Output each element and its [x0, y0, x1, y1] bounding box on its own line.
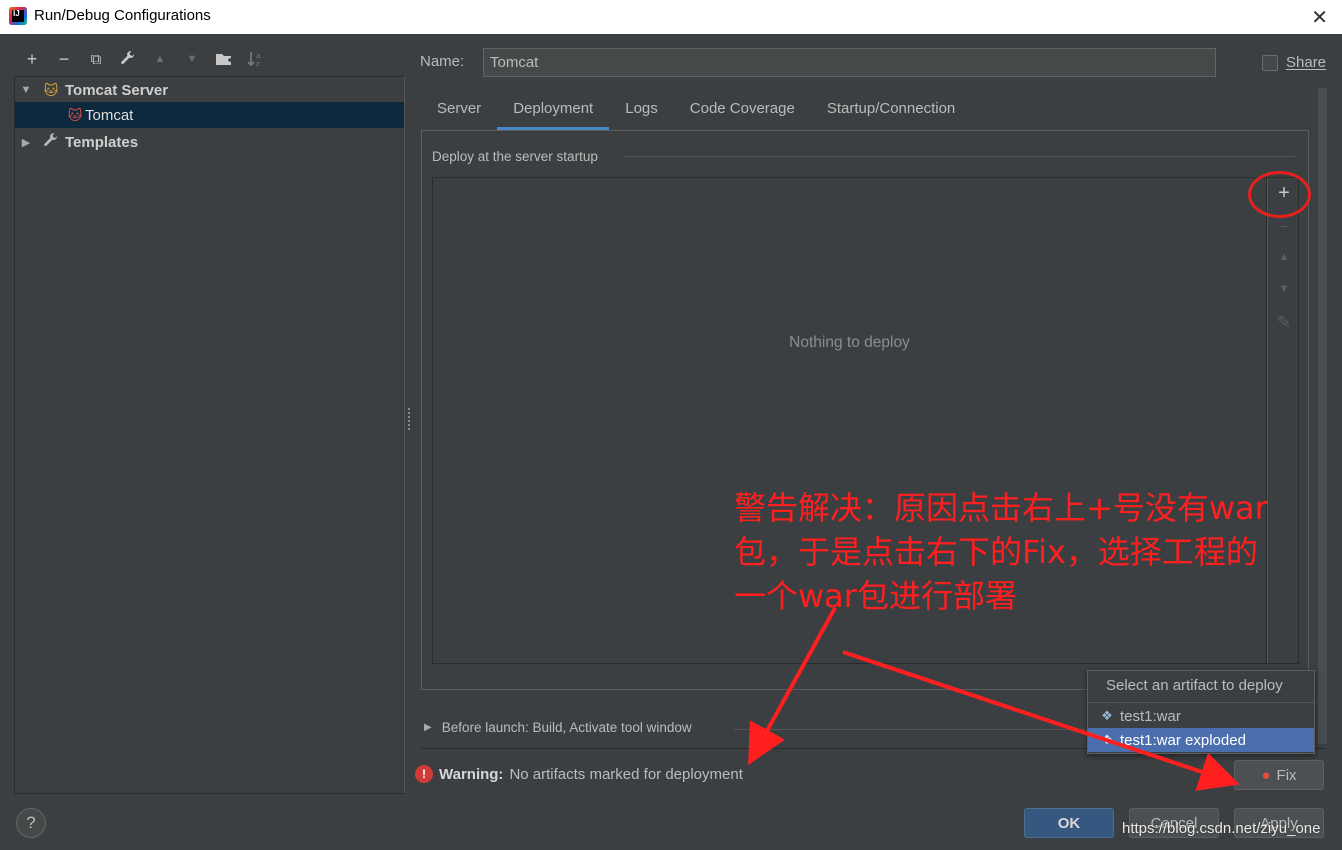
configurations-tree: ▼ 🐱 Tomcat Server 🐱 Tomcat ▶ Templates [14, 76, 405, 794]
deploy-section-title: Deploy at the server startup [432, 149, 598, 164]
edit-artifact-icon[interactable]: ✎ [1268, 313, 1300, 333]
tab-deployment[interactable]: Deployment [497, 96, 610, 130]
watermark-text: https://blog.csdn.net/ziyu_one [1122, 820, 1321, 837]
before-launch-label: Before launch: Build, Activate tool wind… [441, 720, 692, 735]
tree-item-label: Templates [65, 133, 139, 151]
section-divider [624, 156, 1295, 157]
select-artifact-popup: Select an artifact to deploy ❖ test1:war… [1087, 670, 1315, 754]
move-artifact-down-button[interactable]: ▼ [1268, 283, 1300, 295]
warning-label: Warning: [439, 765, 504, 783]
intellij-app-icon: IJ [9, 7, 27, 25]
annotation-red-circle [1248, 171, 1311, 218]
configurations-toolbar: + − ⧉ ▲ ▼ az [16, 46, 272, 74]
popup-title: Select an artifact to deploy [1088, 671, 1314, 703]
warning-message: ! Warning: No artifacts marked for deplo… [415, 765, 743, 783]
tree-item-label: Tomcat [85, 106, 134, 124]
expanded-arrow-icon[interactable]: ▼ [17, 84, 35, 96]
artifact-icon: ❖ [1101, 732, 1113, 747]
tree-item-tomcat-server[interactable]: ▼ 🐱 Tomcat Server [15, 77, 404, 103]
window-title: Run/Debug Configurations [34, 7, 211, 24]
tab-server[interactable]: Server [421, 96, 497, 130]
remove-artifact-button[interactable]: − [1268, 218, 1300, 234]
panel-splitter[interactable] [408, 408, 412, 430]
new-folder-icon[interactable] [208, 46, 240, 72]
annotation-line: 一个war包进行部署 [734, 577, 1017, 615]
fix-label: Fix [1276, 766, 1297, 784]
close-window-icon[interactable]: ✕ [1311, 5, 1328, 30]
popup-item-label: test1:war exploded [1120, 731, 1246, 749]
error-icon: ! [415, 765, 433, 783]
tab-logs[interactable]: Logs [609, 96, 674, 130]
collapsed-arrow-icon[interactable]: ▶ [424, 722, 432, 733]
collapsed-arrow-icon[interactable]: ▶ [17, 136, 35, 149]
edit-defaults-wrench-icon[interactable] [112, 46, 144, 72]
move-artifact-up-button[interactable]: ▲ [1268, 251, 1300, 263]
popup-item-test1-war[interactable]: ❖ test1:war [1088, 704, 1314, 728]
fix-button[interactable]: ● Fix [1234, 760, 1324, 790]
copy-configuration-button[interactable]: ⧉ [80, 46, 112, 72]
config-tabs: Server Deployment Logs Code Coverage Sta… [421, 96, 971, 130]
title-bar: IJ Run/Debug Configurations ✕ [0, 0, 1342, 34]
svg-text:a: a [256, 52, 260, 60]
wrench-icon [41, 132, 61, 152]
vertical-scrollbar[interactable] [1318, 88, 1327, 744]
warning-text: No artifacts marked for deployment [509, 765, 743, 783]
sort-alphabetically-icon[interactable]: az [240, 46, 272, 72]
popup-item-test1-war-exploded[interactable]: ❖ test1:war exploded [1088, 728, 1314, 752]
tab-code-coverage[interactable]: Code Coverage [674, 96, 811, 130]
move-up-button[interactable]: ▲ [144, 46, 176, 72]
tree-item-label: Tomcat Server [65, 81, 169, 99]
svg-text:z: z [256, 60, 260, 67]
share-checkbox[interactable]: Share [1262, 54, 1326, 71]
annotation-line: 包，于是点击右下的Fix，选择工程的 [734, 533, 1258, 571]
lightbulb-icon: ● [1261, 766, 1271, 784]
remove-configuration-button[interactable]: − [48, 46, 80, 72]
popup-item-label: test1:war [1120, 707, 1181, 725]
empty-list-text: Nothing to deploy [789, 334, 910, 351]
ok-button[interactable]: OK [1024, 808, 1114, 838]
share-checkbox-box[interactable] [1262, 54, 1278, 71]
tomcat-config-icon: 🐱 [67, 106, 83, 123]
artifact-icon: ❖ [1101, 708, 1113, 723]
add-configuration-button[interactable]: + [16, 46, 48, 72]
name-label: Name: [420, 53, 465, 70]
tree-item-tomcat[interactable]: 🐱 Tomcat [15, 102, 404, 128]
name-input[interactable] [483, 48, 1216, 77]
tab-startup-connection[interactable]: Startup/Connection [811, 96, 971, 130]
tomcat-cat-icon: 🐱 [43, 81, 59, 98]
annotation-text: 警告解决：原因点击右上+号没有war 包，于是点击右下的Fix，选择工程的 一个… [734, 486, 1294, 618]
before-launch-section[interactable]: ▶ Before launch: Build, Activate tool wi… [424, 720, 692, 735]
move-down-button[interactable]: ▼ [176, 46, 208, 72]
annotation-line: 警告解决：原因点击右上+号没有war [734, 489, 1268, 527]
tree-item-templates[interactable]: ▶ Templates [15, 129, 404, 155]
help-button[interactable]: ? [16, 808, 46, 838]
share-label: Share [1286, 54, 1327, 71]
